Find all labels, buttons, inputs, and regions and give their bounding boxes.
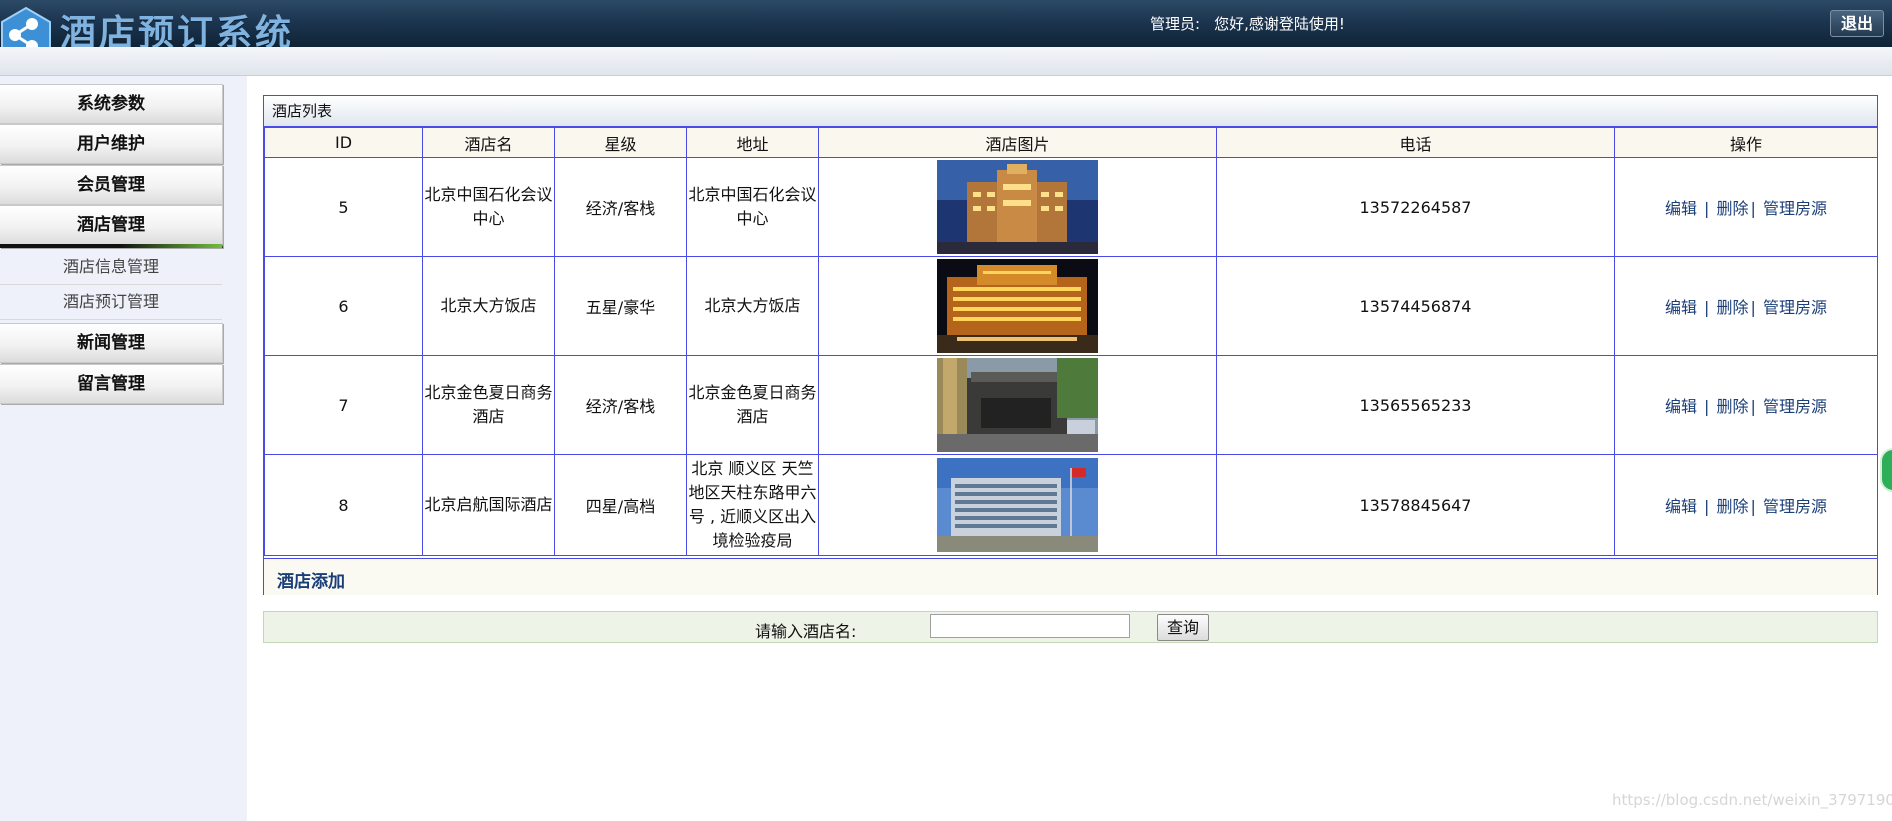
hotel-photo-entrance — [937, 358, 1098, 452]
sidebar-item-member-management[interactable]: 会员管理 — [0, 165, 223, 205]
column-header-image: 酒店图片 — [818, 127, 1217, 158]
cell-actions: 编辑 | 删除 | 管理房源 — [1614, 355, 1878, 455]
cell-hotel-name: 北京金色夏日商务酒店 — [422, 355, 555, 455]
cell-hotel-name: 北京启航国际酒店 — [422, 454, 555, 556]
hotel-photo-building-flags — [937, 458, 1098, 552]
sidebar: 系统参数 用户维护 会员管理 酒店管理 酒店信息管理 酒店预订管理 新闻管理 留… — [0, 76, 247, 821]
column-header-address: 地址 — [686, 127, 819, 158]
sidebar-subitem-hotel-info[interactable]: 酒店信息管理 — [0, 250, 222, 285]
cell-id: 6 — [264, 256, 423, 356]
cell-id: 7 — [264, 355, 423, 455]
sidebar-item-user-maintenance[interactable]: 用户维护 — [0, 124, 223, 164]
manage-rooms-link[interactable]: 管理房源 — [1763, 497, 1827, 516]
edit-link[interactable]: 编辑 — [1665, 199, 1697, 218]
action-separator: | — [1750, 199, 1756, 218]
cell-image — [818, 157, 1217, 257]
manage-rooms-link[interactable]: 管理房源 — [1763, 397, 1827, 416]
delete-link[interactable]: 删除 — [1717, 298, 1749, 317]
add-hotel-row: 酒店添加 — [264, 558, 1877, 595]
action-separator: | — [1750, 298, 1756, 317]
table-row: 5 北京中国石化会议中心 经济/客栈 北京中国石化会议中心 1357226458… — [264, 157, 1878, 257]
column-header-actions: 操作 — [1614, 127, 1878, 158]
header-subbar — [0, 47, 1892, 76]
column-header-star: 星级 — [554, 127, 687, 158]
panel-title: 酒店列表 — [264, 96, 1877, 127]
manage-rooms-link[interactable]: 管理房源 — [1763, 199, 1827, 218]
cell-hotel-name: 北京大方饭店 — [422, 256, 555, 356]
watermark: https://blog.csdn.net/weixin_37971904 — [1612, 791, 1892, 809]
table-row: 7 北京金色夏日商务酒店 经济/客栈 北京金色夏日商务酒店 1356556523… — [264, 355, 1878, 455]
edit-link[interactable]: 编辑 — [1665, 397, 1697, 416]
manage-rooms-link[interactable]: 管理房源 — [1763, 298, 1827, 317]
hotel-table: ID 酒店名 星级 地址 酒店图片 电话 操作 5 北京中国石化会议中心 经济/… — [264, 127, 1878, 556]
cell-address: 北京中国石化会议中心 — [686, 157, 819, 257]
sidebar-item-system-params[interactable]: 系统参数 — [0, 84, 223, 124]
cell-phone: 13565565233 — [1216, 355, 1615, 455]
table-row: 6 北京大方饭店 五星/豪华 北京大方饭店 13574456874 编辑 | 删… — [264, 256, 1878, 356]
column-header-name: 酒店名 — [422, 127, 555, 158]
hotel-name-search-input[interactable] — [930, 614, 1130, 638]
hotel-list-panel: 酒店列表 ID 酒店名 星级 地址 酒店图片 电话 操作 5 北京中国石化会议中… — [263, 95, 1878, 595]
cell-star: 四星/高档 — [554, 454, 687, 556]
add-hotel-link[interactable]: 酒店添加 — [277, 567, 345, 592]
cell-address: 北京金色夏日商务酒店 — [686, 355, 819, 455]
hotel-photo-night-lights — [937, 259, 1098, 353]
welcome-text: 您好,感谢登陆使用! — [1214, 15, 1345, 33]
column-header-phone: 电话 — [1216, 127, 1615, 158]
cell-star: 经济/客栈 — [554, 355, 687, 455]
welcome-message: 管理员: 您好,感谢登陆使用! — [1150, 13, 1345, 34]
edit-link[interactable]: 编辑 — [1665, 497, 1697, 516]
search-label: 请输入酒店名: — [755, 622, 857, 641]
sidebar-item-news-management[interactable]: 新闻管理 — [0, 323, 223, 363]
cell-actions: 编辑 | 删除 | 管理房源 — [1614, 157, 1878, 257]
role-label: 管理员: — [1150, 15, 1201, 33]
cell-phone: 13578845647 — [1216, 454, 1615, 556]
action-separator: | — [1750, 497, 1756, 516]
cell-star: 五星/豪华 — [554, 256, 687, 356]
action-separator: | — [1704, 199, 1710, 218]
table-row: 8 北京启航国际酒店 四星/高档 北京 顺义区 天竺地区天柱东路甲六号 , 近顺… — [264, 454, 1878, 556]
cell-address: 北京大方饭店 — [686, 256, 819, 356]
cell-star: 经济/客栈 — [554, 157, 687, 257]
logout-button[interactable]: 退出 — [1830, 10, 1884, 37]
delete-link[interactable]: 删除 — [1717, 397, 1749, 416]
cell-phone: 13572264587 — [1216, 157, 1615, 257]
action-separator: | — [1750, 397, 1756, 416]
cell-actions: 编辑 | 删除 | 管理房源 — [1614, 454, 1878, 556]
action-separator: | — [1704, 298, 1710, 317]
cell-id: 5 — [264, 157, 423, 257]
cell-image — [818, 454, 1217, 556]
search-button[interactable]: 查询 — [1157, 614, 1209, 641]
delete-link[interactable]: 删除 — [1717, 199, 1749, 218]
cell-phone: 13574456874 — [1216, 256, 1615, 356]
cell-image — [818, 256, 1217, 356]
table-header-row: ID 酒店名 星级 地址 酒店图片 电话 操作 — [264, 127, 1878, 158]
sidebar-subitem-hotel-booking[interactable]: 酒店预订管理 — [0, 285, 222, 320]
cell-image — [818, 355, 1217, 455]
action-separator: | — [1704, 497, 1710, 516]
top-header: 酒店预订系统 管理员: 您好,感谢登陆使用! 退出 — [0, 0, 1892, 64]
column-header-id: ID — [264, 127, 423, 158]
delete-link[interactable]: 删除 — [1717, 497, 1749, 516]
sidebar-item-hotel-management[interactable]: 酒店管理 — [0, 205, 223, 248]
cell-address: 北京 顺义区 天竺地区天柱东路甲六号 , 近顺义区出入境检验疫局 — [686, 454, 819, 556]
sidebar-item-message-management[interactable]: 留言管理 — [0, 364, 223, 404]
cell-id: 8 — [264, 454, 423, 556]
hotel-photo-night-tower — [937, 160, 1098, 254]
floating-widget-icon[interactable] — [1880, 448, 1892, 492]
edit-link[interactable]: 编辑 — [1665, 298, 1697, 317]
search-bar: 请输入酒店名: 查询 — [263, 611, 1878, 643]
cell-hotel-name: 北京中国石化会议中心 — [422, 157, 555, 257]
main-content: 酒店列表 ID 酒店名 星级 地址 酒店图片 电话 操作 5 北京中国石化会议中… — [247, 76, 1892, 821]
cell-actions: 编辑 | 删除 | 管理房源 — [1614, 256, 1878, 356]
action-separator: | — [1704, 397, 1710, 416]
